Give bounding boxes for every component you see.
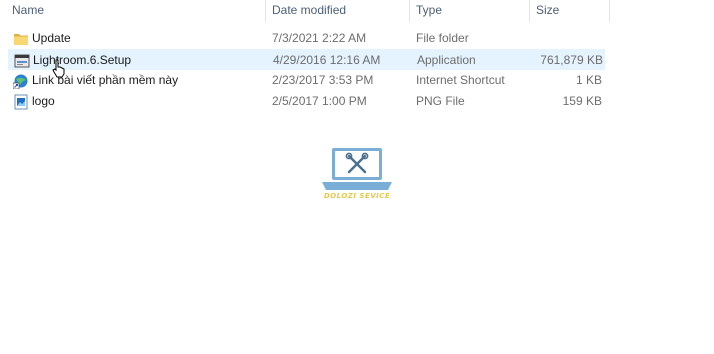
- watermark-text: DOLOZI SEVICE: [323, 192, 391, 200]
- file-name: logo: [32, 94, 55, 108]
- file-size: 159 KB: [562, 94, 602, 108]
- image-file-icon: [13, 94, 29, 110]
- column-header-name[interactable]: Name: [6, 0, 44, 22]
- column-header-bar: Name Date modified Type Size: [0, 0, 714, 22]
- file-name: Lightroom.6.Setup: [33, 53, 132, 67]
- file-date-modified: 4/29/2016 12:16 AM: [273, 53, 381, 67]
- file-type: File folder: [416, 31, 469, 45]
- file-type: PNG File: [416, 94, 465, 108]
- file-row[interactable]: logo 2/5/2017 1:00 PM PNG File 159 KB: [8, 91, 605, 112]
- file-type: Application: [417, 53, 476, 67]
- file-size: 761,879 KB: [540, 53, 603, 67]
- laptop-tools-icon: [322, 148, 392, 190]
- mouse-cursor-icon: [52, 59, 65, 78]
- file-row[interactable]: Update 7/3/2021 2:22 AM File folder: [8, 28, 605, 49]
- file-date-modified: 7/3/2021 2:22 AM: [272, 31, 367, 45]
- file-row[interactable]: Link bài viết phần mềm này 2/23/2017 3:53…: [8, 70, 605, 91]
- folder-icon: [13, 31, 29, 47]
- column-header-size[interactable]: Size: [530, 0, 559, 22]
- watermark-logo: DOLOZI SEVICE: [316, 146, 398, 206]
- file-date-modified: 2/23/2017 3:53 PM: [272, 73, 374, 87]
- column-header-type[interactable]: Type: [410, 0, 442, 22]
- file-type: Internet Shortcut: [416, 73, 505, 87]
- column-divider[interactable]: [609, 0, 610, 22]
- file-row[interactable]: Lightroom.6.Setup 4/29/2016 12:16 AM Appli…: [8, 49, 605, 70]
- installer-icon: [14, 53, 30, 69]
- file-size: 1 KB: [575, 73, 602, 87]
- column-header-date-modified[interactable]: Date modified: [266, 0, 346, 22]
- file-size: [532, 28, 602, 49]
- file-date-modified: 2/5/2017 1:00 PM: [272, 94, 367, 108]
- file-name: Update: [32, 31, 71, 45]
- internet-shortcut-icon: [12, 73, 29, 90]
